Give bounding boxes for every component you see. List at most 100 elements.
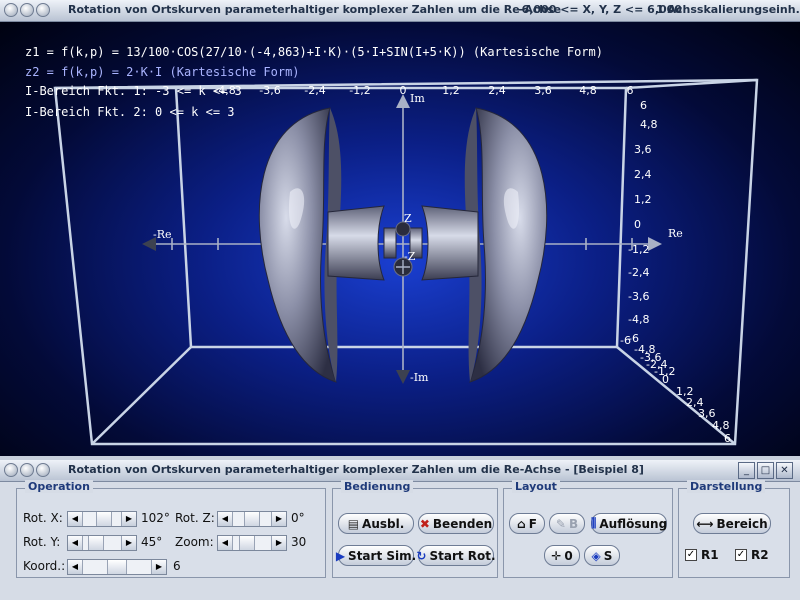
im-neg-label: -Im xyxy=(410,371,429,384)
right-tick-label: 2,4 xyxy=(634,168,652,181)
top-tick-label: 6 xyxy=(627,84,634,97)
paint-icon: ⌂ xyxy=(517,516,526,531)
ausblenden-button[interactable]: ▤ Ausbl. xyxy=(338,513,414,534)
depth-tick-label: 0 xyxy=(662,373,669,386)
koord-label: Koord.: xyxy=(23,559,66,573)
koord-scrollbar[interactable]: ◀ ▶ xyxy=(67,559,167,575)
panel-roll-icon[interactable] xyxy=(36,463,50,477)
rot-z-scrollbar[interactable]: ◀ ▶ xyxy=(217,511,287,527)
group-darstellung-label: Darstellung xyxy=(687,480,766,493)
right-tick-label: 4,8 xyxy=(640,118,658,131)
panel-menu-icon[interactable] xyxy=(4,463,18,477)
scale-info: 1 Achsskalierungseinh... xyxy=(656,3,800,16)
reset-zero-button[interactable]: ✛ 0 xyxy=(544,545,580,566)
fill-button[interactable]: ⌂ F xyxy=(509,513,545,534)
range-icon: ⟷ xyxy=(696,516,714,531)
b-label: B xyxy=(568,516,579,531)
zoom-label: Zoom: xyxy=(175,535,214,549)
z-label: Z xyxy=(404,212,412,225)
arrow-left-icon[interactable]: ◀ xyxy=(68,512,83,526)
zoom-thumb[interactable] xyxy=(239,536,256,550)
fill-label: F xyxy=(528,516,537,531)
close-x-icon: ✖ xyxy=(419,516,430,531)
re-label: Re xyxy=(668,227,683,240)
aufloesung-label: Auflösung xyxy=(599,516,668,531)
start-rotation-button[interactable]: ↻ Start Rot. xyxy=(416,545,496,566)
depth-tick-labels: -6 -4,8 -3,6 -2,4 -1,2 0 1,2 2,4 3,6 4,8… xyxy=(628,332,731,445)
panel-title-bar[interactable]: Rotation von Ortskurven parameterhaltige… xyxy=(0,460,800,482)
koord-thumb[interactable] xyxy=(107,560,127,574)
range-function-2: I-Bereich Fkt. 2: 0 <= k <= 3 xyxy=(25,105,235,119)
hide-icon: ▤ xyxy=(347,516,360,531)
arrow-right-icon[interactable]: ▶ xyxy=(121,536,136,550)
window-pin-icon[interactable] xyxy=(20,3,34,17)
panel-title-buttons xyxy=(4,463,50,477)
window-menu-icon[interactable] xyxy=(4,3,18,17)
top-tick-label: 0 xyxy=(400,84,407,97)
rot-y-value: 45° xyxy=(141,535,163,549)
reset-zero-label: 0 xyxy=(564,548,573,563)
top-tick-label: 1,2 xyxy=(442,84,460,97)
arrow-right-icon[interactable]: ▶ xyxy=(151,560,166,574)
arrow-left-icon[interactable]: ◀ xyxy=(68,536,83,550)
aufloesung-button[interactable]: ⫼ Auflösung xyxy=(591,513,667,534)
s-label: S xyxy=(603,548,613,563)
s-button[interactable]: ◈ S xyxy=(584,545,620,566)
depth-tick-label: 6 xyxy=(724,432,731,445)
group-darstellung: Darstellung ⟷ Bereich ✓ R1 ✓ R2 xyxy=(678,480,790,578)
r1-checkbox[interactable]: ✓ xyxy=(685,549,697,561)
play-icon: ▶ xyxy=(335,548,346,563)
maximize-button[interactable]: □ xyxy=(757,462,774,479)
right-tick-label: 6 xyxy=(640,99,647,112)
panel-pin-icon[interactable] xyxy=(20,463,34,477)
top-tick-label: -1,2 xyxy=(349,84,370,97)
window-roll-icon[interactable] xyxy=(36,3,50,17)
r2-checkbox[interactable]: ✓ xyxy=(735,549,747,561)
main-title-bar[interactable]: Rotation von Ortskurven parameterhaltige… xyxy=(0,0,800,22)
arrow-right-icon[interactable]: ▶ xyxy=(121,512,136,526)
right-tick-label: 0 xyxy=(634,218,641,231)
rot-y-label: Rot. Y: xyxy=(23,535,61,549)
arrow-right-icon[interactable]: ▶ xyxy=(271,536,286,550)
rot-x-scrollbar[interactable]: ◀ ▶ xyxy=(67,511,137,527)
neck-left xyxy=(327,205,397,281)
rot-z-label: Rot. Z: xyxy=(175,511,215,525)
rotate-icon: ↻ xyxy=(416,548,427,563)
r1-label: R1 xyxy=(701,548,719,562)
re-axis xyxy=(142,237,662,251)
minimize-button[interactable]: _ xyxy=(738,462,755,479)
start-simulation-button[interactable]: ▶ Start Sim. xyxy=(335,545,416,566)
beenden-button[interactable]: ✖ Beenden xyxy=(418,513,494,534)
top-tick-label: 2,4 xyxy=(488,84,506,97)
rot-z-thumb[interactable] xyxy=(244,512,260,526)
b-button[interactable]: ✎ B xyxy=(549,513,585,534)
right-tick-label: 3,6 xyxy=(634,143,652,156)
zoom-value: 30 xyxy=(291,535,307,549)
close-button[interactable]: ✕ xyxy=(776,462,793,479)
panel-title: Rotation von Ortskurven parameterhaltige… xyxy=(68,463,644,476)
bereich-label: Bereich xyxy=(716,516,768,531)
arrow-left-icon[interactable]: ◀ xyxy=(218,536,233,550)
bereich-button[interactable]: ⟷ Bereich xyxy=(693,513,771,534)
arrow-left-icon[interactable]: ◀ xyxy=(218,512,233,526)
rot-y-scrollbar[interactable]: ◀ ▶ xyxy=(67,535,137,551)
3d-view[interactable]: -4,8 -3,6 -2,4 -1,2 0 1,2 2,4 3,6 4,8 6 … xyxy=(0,22,800,456)
formula-z2: z2 = f(k,p) = 2·K·I (Kartesische Form) xyxy=(25,65,300,79)
r2-label: R2 xyxy=(751,548,769,562)
formula-z1: z1 = f(k,p) = 13/100·COS(27/10·(-4,863)+… xyxy=(25,45,603,59)
right-tick-label: -2,4 xyxy=(628,266,649,279)
top-tick-label: 4,8 xyxy=(579,84,597,97)
title-buttons xyxy=(4,3,50,17)
group-bedienung: Bedienung ▤ Ausbl. ✖ Beenden ▶ Start Sim. ↻… xyxy=(332,480,498,578)
re-neg-label: -Re xyxy=(153,228,172,241)
arrow-right-icon[interactable]: ▶ xyxy=(271,512,286,526)
rot-x-thumb[interactable] xyxy=(95,512,112,526)
depth-tick-label: 4,8 xyxy=(712,419,730,432)
center-icon: ✛ xyxy=(551,548,562,563)
zoom-scrollbar[interactable]: ◀ ▶ xyxy=(217,535,287,551)
im-label: Im xyxy=(410,92,425,105)
right-tick-label: -4,8 xyxy=(628,313,649,326)
arrow-left-icon[interactable]: ◀ xyxy=(68,560,83,574)
rot-y-thumb[interactable] xyxy=(88,536,104,550)
top-tick-label: 3,6 xyxy=(534,84,552,97)
